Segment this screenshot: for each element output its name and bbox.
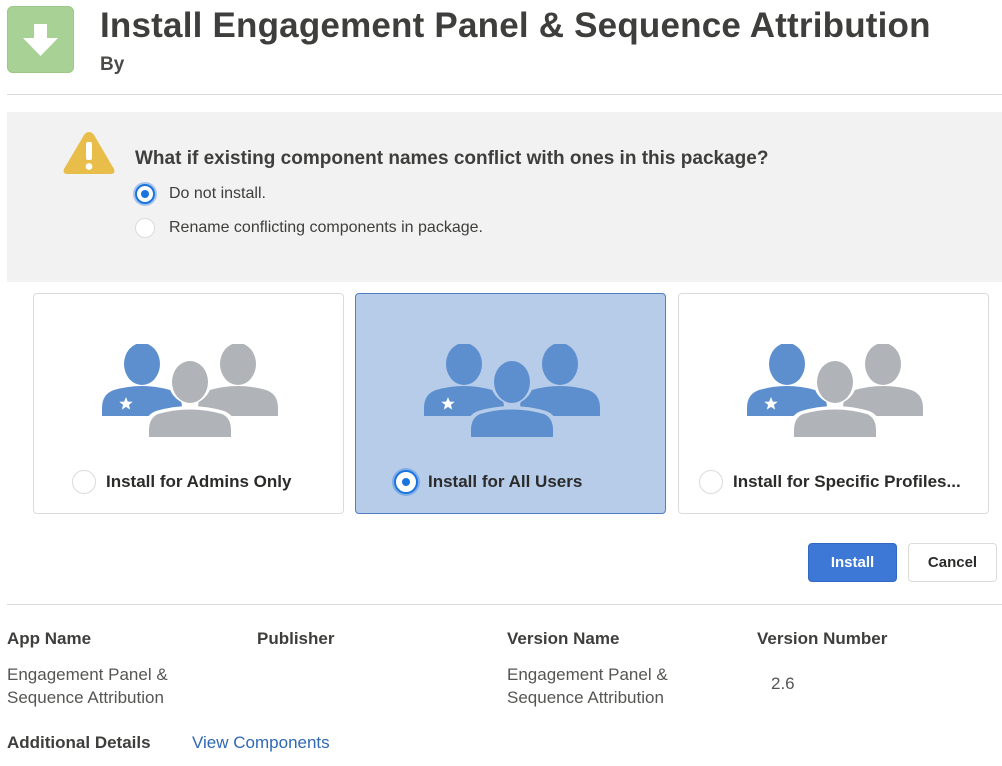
header-version-number: Version Number <box>757 629 888 648</box>
users-icon <box>747 344 923 439</box>
app-name-value: Engagement Panel & Sequence Attribution <box>7 665 168 707</box>
card-install-specific-profiles[interactable]: Install for Specific Profiles... <box>678 293 989 514</box>
install-button[interactable]: Install <box>808 543 897 582</box>
additional-details-label: Additional Details <box>7 733 151 752</box>
radio-do-not-install[interactable] <box>135 184 155 204</box>
radio-admins-only[interactable] <box>72 470 96 494</box>
card-label: Install for Admins Only <box>106 472 292 491</box>
header-app-name: App Name <box>7 629 92 648</box>
option-label: Rename conflicting components in package… <box>169 219 483 236</box>
package-download-icon <box>7 6 74 73</box>
users-icon <box>102 344 278 439</box>
card-install-admins-only[interactable]: Install for Admins Only <box>33 293 344 514</box>
radio-all-users[interactable] <box>394 470 418 494</box>
users-icon <box>424 344 600 439</box>
version-name-value: Engagement Panel & Sequence Attribution <box>507 665 668 707</box>
card-label: Install for All Users <box>428 472 583 491</box>
details-divider <box>7 604 1002 605</box>
option-do-not-install[interactable]: Do not install. <box>135 182 266 206</box>
conflict-question: What if existing component names conflic… <box>135 148 769 169</box>
radio-rename-components[interactable] <box>135 218 155 238</box>
card-install-all-users[interactable]: Install for All Users <box>355 293 666 514</box>
view-components-link[interactable]: View Components <box>192 733 330 753</box>
header-divider <box>7 94 1002 95</box>
warning-icon <box>62 130 116 181</box>
option-rename-components[interactable]: Rename conflicting components in package… <box>135 216 483 240</box>
option-label: Do not install. <box>169 185 266 202</box>
publisher-by-label: By <box>100 54 125 75</box>
cancel-button[interactable]: Cancel <box>908 543 997 582</box>
header-version-name: Version Name <box>507 629 620 648</box>
version-number-value: 2.6 <box>771 674 795 693</box>
radio-specific-profiles[interactable] <box>699 470 723 494</box>
header-publisher: Publisher <box>257 629 335 648</box>
page-title: Install Engagement Panel & Sequence Attr… <box>100 6 931 45</box>
card-label: Install for Specific Profiles... <box>733 472 961 491</box>
